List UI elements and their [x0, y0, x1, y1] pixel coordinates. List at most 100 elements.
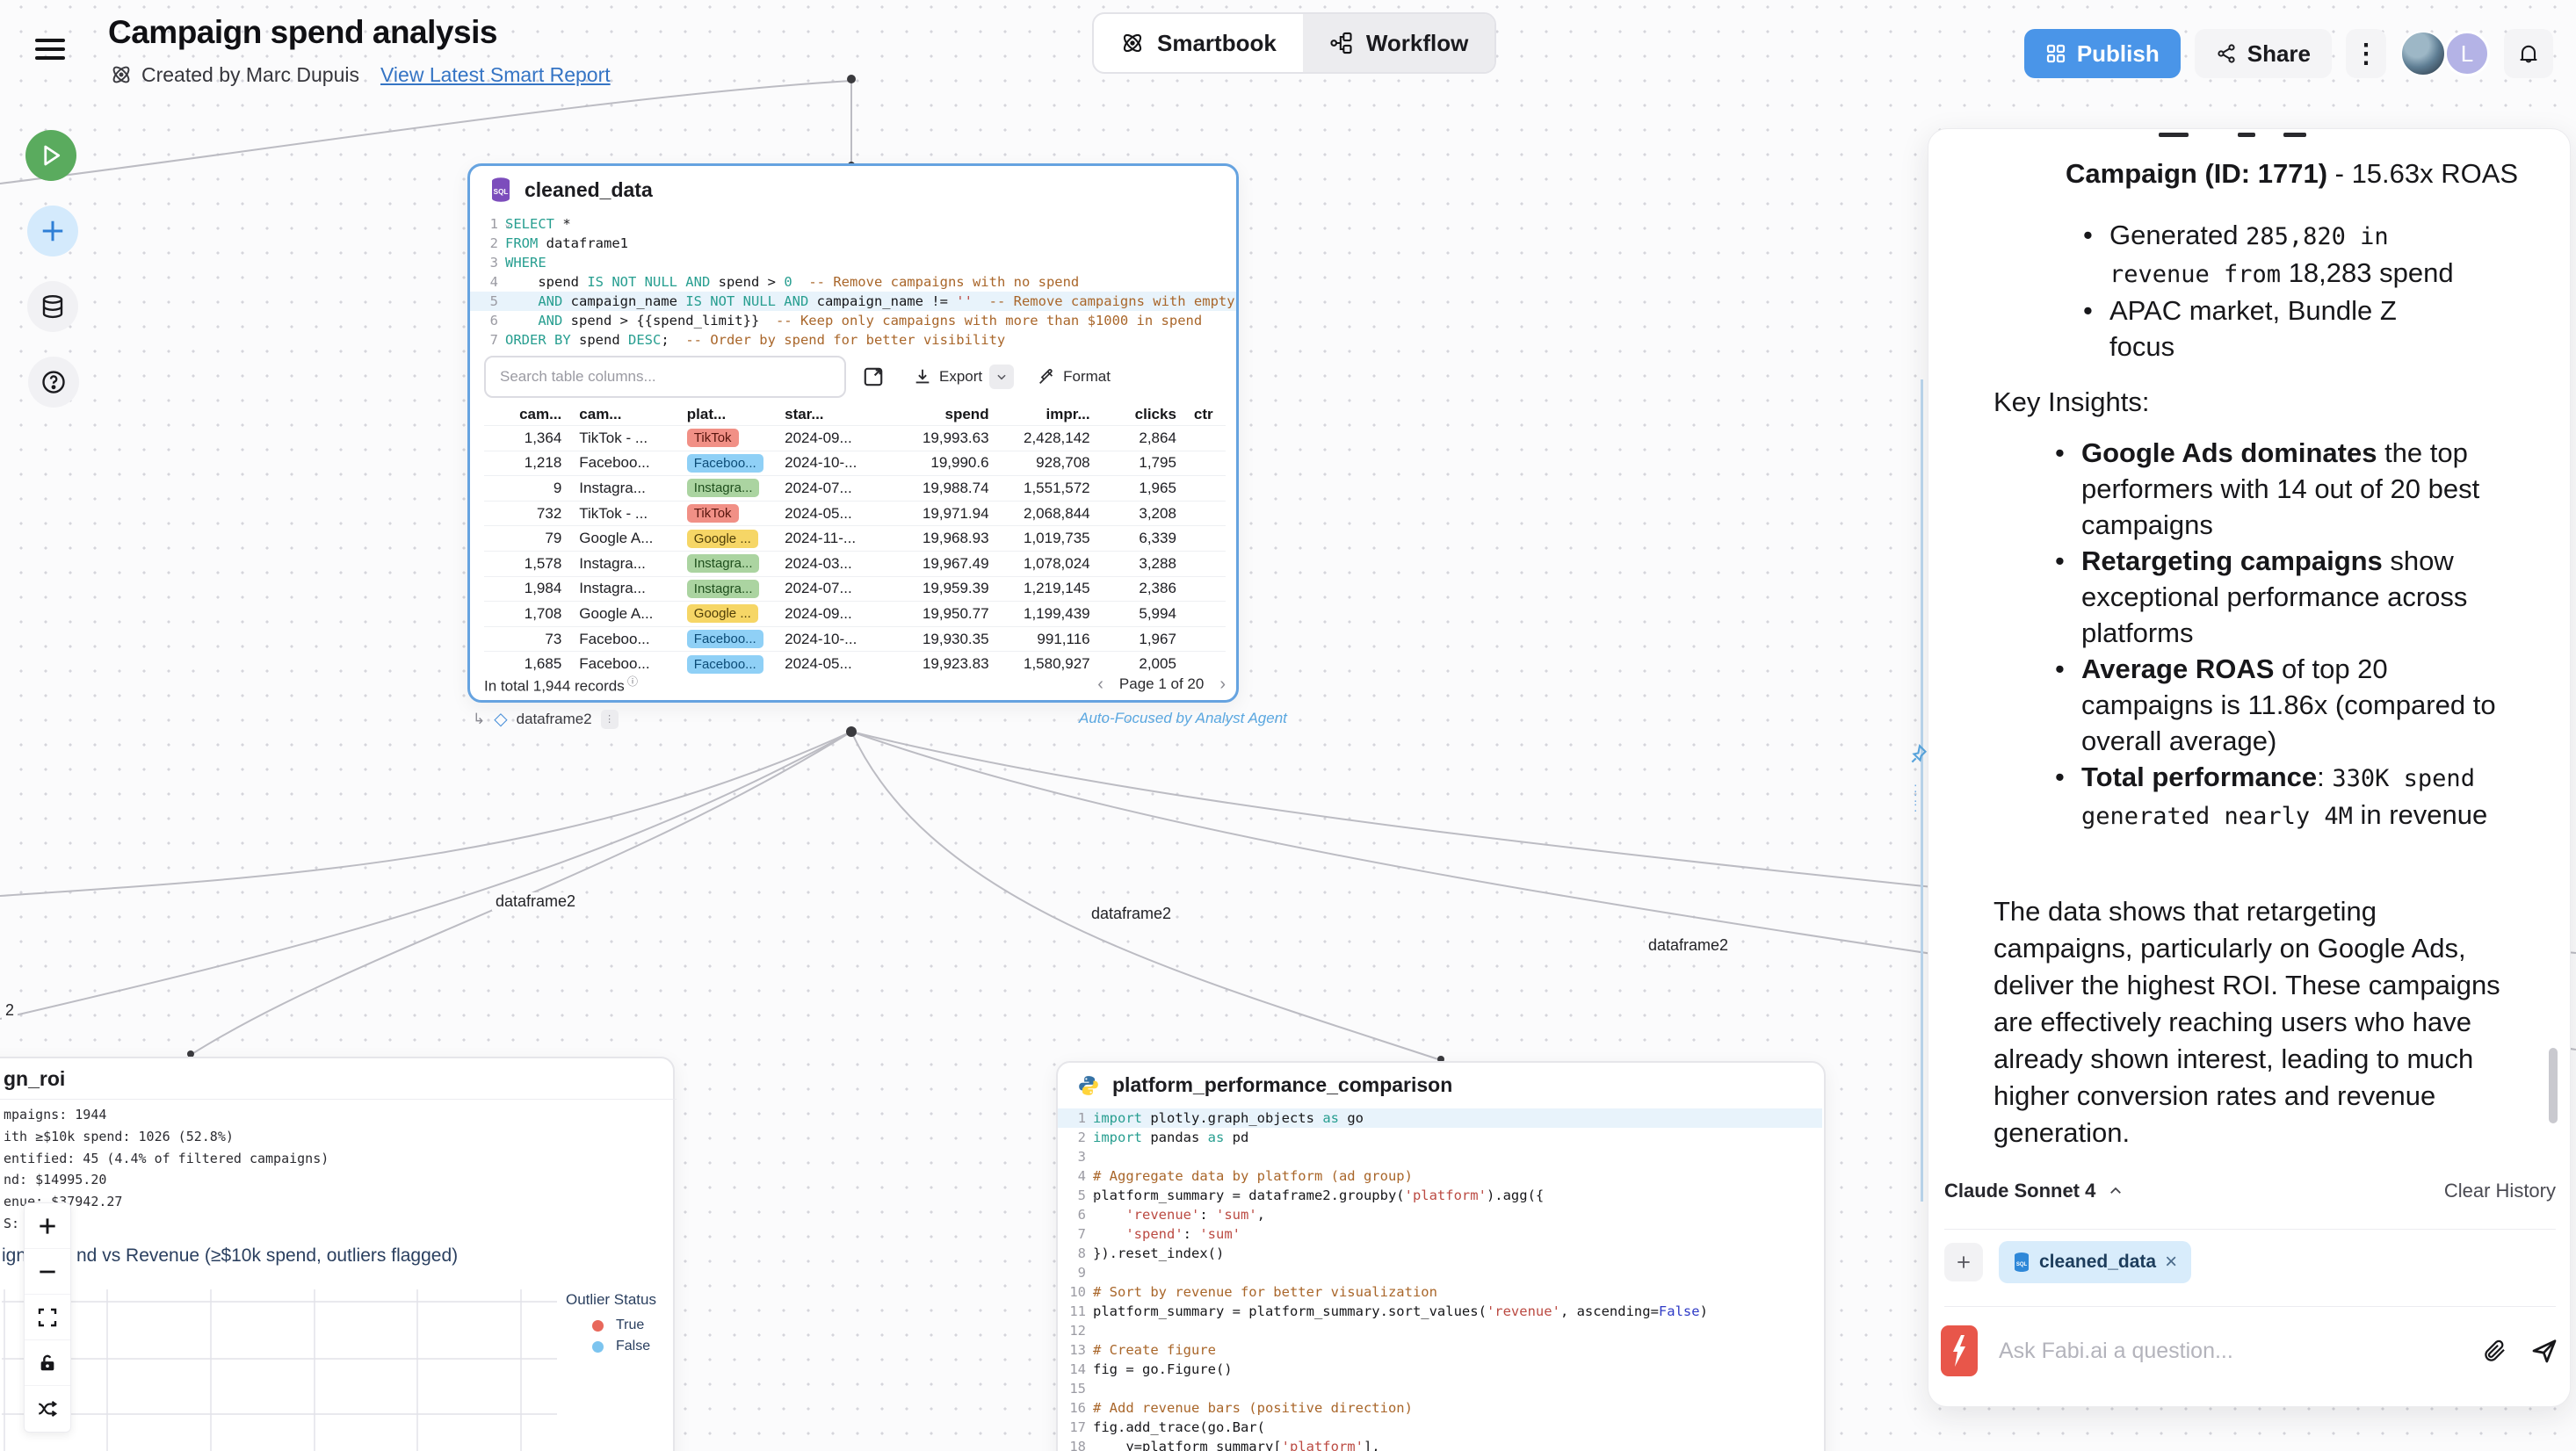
table-row[interactable]: 732TikTok - ...TikTok2024-05...19,971.94… [484, 501, 1226, 526]
share-button[interactable]: Share [2195, 29, 2332, 78]
export-button[interactable]: Export [913, 365, 1014, 389]
table-row[interactable]: 9Instagra...Instagra...2024-07...19,988.… [484, 475, 1226, 501]
clipped-text-remnant [2159, 133, 2189, 137]
zoom-out-icon[interactable] [25, 1249, 70, 1295]
sql-code-editor[interactable]: 1⌄SELECT *2FROM dataframe13WHERE4 spend … [470, 214, 1236, 350]
zoom-in-icon[interactable] [25, 1203, 70, 1249]
column-header[interactable]: cam... [570, 406, 678, 423]
table-row[interactable]: 1,364TikTok - ...TikTok2024-09...19,993.… [484, 425, 1226, 451]
more-options-button[interactable]: ⋮ [2346, 29, 2386, 78]
table-row[interactable]: 1,685Faceboo...Faceboo...2024-05...19,92… [484, 651, 1226, 676]
chat-heading: Campaign (ID: 1771) - 15.63x ROAS [2066, 155, 2540, 191]
column-header[interactable]: cam... [484, 406, 570, 423]
node-platform-performance-comparison[interactable]: platform_performance_comparison 1import … [1056, 1061, 1826, 1451]
model-selector[interactable]: Claude Sonnet 4 [1944, 1180, 2124, 1202]
pager-label: Page 1 of 20 [1119, 675, 1204, 693]
plot-modebar[interactable] [24, 1202, 71, 1433]
chart-title-fragment-left: ign [2, 1245, 26, 1267]
lock-axes-icon[interactable] [25, 1340, 70, 1386]
add-node-button[interactable] [27, 206, 78, 256]
chart-title: nd vs Revenue (≥$10k spend, outliers fla… [76, 1245, 458, 1267]
tab-workflow[interactable]: Workflow [1303, 14, 1495, 72]
avatar-collaborator[interactable]: L [2444, 31, 2490, 76]
node-cleaned-data[interactable]: SQL cleaned_data 1⌄SELECT *2FROM datafra… [467, 163, 1239, 703]
view-toggle[interactable]: Smartbook Workflow [1092, 12, 1496, 74]
table-row[interactable]: 73Faceboo...Faceboo...2024-10-...19,930.… [484, 626, 1226, 652]
output-badge[interactable]: ⋮ [601, 710, 619, 729]
output-dataframe-label[interactable]: dataframe2 [517, 711, 592, 728]
chat-bullet: •Average ROAS of top 20 campaigns is 11.… [2055, 651, 2514, 759]
panel-drag-handle-icon[interactable]: ::: [1914, 783, 1918, 812]
python-code-editor[interactable]: 1import plotly.graph_objects as go2impor… [1058, 1108, 1822, 1451]
return-arrow-icon: ↳ [473, 711, 485, 728]
chat-input[interactable]: Ask Fabi.ai a question... [1999, 1339, 2461, 1364]
publish-label: Publish [2077, 40, 2160, 68]
expand-table-icon[interactable] [862, 365, 885, 388]
table-pager: ‹ Page 1 of 20 › [1097, 675, 1226, 695]
run-workflow-button[interactable] [25, 130, 76, 181]
column-header[interactable]: impr... [998, 406, 1099, 423]
publish-grid-icon [2045, 43, 2066, 64]
column-header[interactable]: clicks [1099, 406, 1185, 423]
export-chevron-icon[interactable] [989, 365, 1014, 389]
legend-title: Outlier Status [566, 1291, 656, 1309]
kebab-icon: ⋮ [2353, 39, 2379, 69]
platform-badge: Instagra... [687, 580, 760, 598]
column-header[interactable]: star... [776, 406, 880, 423]
pager-prev-icon[interactable]: ‹ [1097, 675, 1103, 695]
menu-icon[interactable] [35, 33, 65, 60]
avatar-user-photo[interactable] [2400, 31, 2446, 76]
shuffle-icon[interactable] [25, 1386, 70, 1432]
publish-button[interactable]: Publish [2024, 29, 2181, 78]
data-sources-button[interactable] [27, 281, 78, 332]
column-header[interactable]: spend [880, 406, 998, 423]
legend-item[interactable]: True [592, 1317, 650, 1333]
panel-anchor-line [1921, 379, 1923, 1202]
platform-badge: Faceboo... [687, 655, 763, 674]
created-by: Created by Marc Dupuis [141, 63, 359, 87]
table-row[interactable]: 1,578Instagra...Instagra...2024-03...19,… [484, 551, 1226, 576]
view-smart-report-link[interactable]: View Latest Smart Report [380, 63, 611, 87]
platform-badge: Faceboo... [687, 630, 763, 648]
tab-workflow-label: Workflow [1366, 30, 1469, 57]
edge-label: 2 [2, 1001, 18, 1020]
key-insights-label: Key Insights: [1994, 384, 2149, 420]
scatter-plot[interactable] [2, 1282, 573, 1451]
node-campaign-roi[interactable]: gn_roi mpaigns: 1944ith ≥$10k spend: 102… [0, 1057, 675, 1451]
node-title: gn_roi [4, 1067, 65, 1091]
format-label: Format [1063, 368, 1111, 386]
legend-item[interactable]: False [592, 1339, 650, 1354]
context-chip-label: cleaned_data [2039, 1252, 2156, 1273]
table-row[interactable]: 1,218Faceboo...Faceboo...2024-10-...19,9… [484, 451, 1226, 476]
pager-next-icon[interactable]: › [1219, 675, 1226, 695]
legend[interactable]: True False [592, 1317, 650, 1354]
remove-chip-icon[interactable]: × [2165, 1253, 2177, 1271]
chat-bullet: •Google Ads dominates the top performers… [2055, 435, 2514, 543]
tab-smartbook-label: Smartbook [1157, 30, 1277, 57]
add-context-button[interactable] [1944, 1243, 1983, 1281]
table-row[interactable]: 1,708Google A...Google ...2024-09...19,9… [484, 601, 1226, 626]
ai-chat-panel[interactable]: Campaign (ID: 1771) - 15.63x ROAS •Gener… [1928, 128, 2571, 1407]
autoscale-icon[interactable] [25, 1295, 70, 1340]
search-table-columns-input[interactable]: Search table columns... [484, 356, 846, 398]
attach-file-icon[interactable] [2482, 1338, 2508, 1364]
column-header[interactable]: ctr [1185, 406, 1226, 423]
panel-scrollbar[interactable] [2549, 1048, 2558, 1123]
help-button[interactable] [28, 357, 79, 408]
share-label: Share [2247, 40, 2311, 68]
clear-history-button[interactable]: Clear History [2444, 1180, 2556, 1202]
context-chip-cleaned-data[interactable]: SQL cleaned_data × [1999, 1241, 2191, 1283]
platform-badge: Google ... [687, 604, 758, 623]
format-button[interactable]: Format [1037, 367, 1111, 386]
table-row[interactable]: 79Google A...Google ...2024-11-...19,968… [484, 525, 1226, 551]
send-icon[interactable] [2529, 1336, 2559, 1366]
notifications-button[interactable] [2504, 29, 2553, 78]
tab-smartbook[interactable]: Smartbook [1094, 14, 1303, 72]
python-node-icon [1077, 1074, 1100, 1097]
sql-node-icon: SQL [489, 177, 512, 203]
svg-text:SQL: SQL [494, 188, 509, 196]
column-header[interactable]: plat... [678, 406, 776, 423]
table-row[interactable]: 1,984Instagra...Instagra...2024-07...19,… [484, 576, 1226, 602]
smartbook-atom-icon [110, 63, 133, 86]
workflow-canvas[interactable]: dataframe2dataframe2dataframe22 Campaign… [0, 0, 2576, 1451]
